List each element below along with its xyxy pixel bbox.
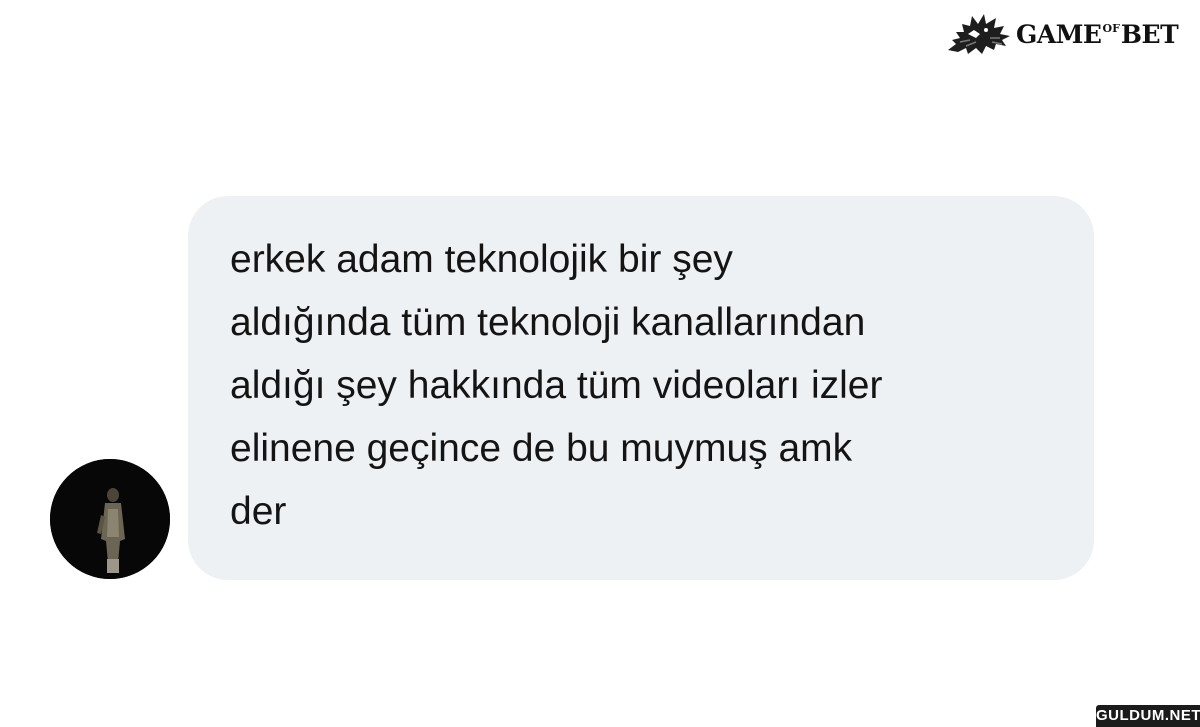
- brand-wordmark: GAME OF BET: [1016, 19, 1179, 49]
- message-bubble: erkek adam teknolojik bir şey aldığında …: [188, 196, 1094, 580]
- brand-name-start: GAME: [1016, 19, 1102, 49]
- avatar[interactable]: [50, 459, 170, 579]
- brand-name-sup: OF: [1102, 21, 1120, 35]
- direwolf-logo-icon: [948, 14, 1010, 54]
- site-watermark: GULDUM.NET: [1096, 705, 1200, 727]
- message-text: erkek adam teknolojik bir şey aldığında …: [230, 238, 883, 533]
- game-of-bet-watermark: GAME OF BET: [946, 10, 1182, 58]
- brand-name-end: BET: [1120, 19, 1179, 49]
- person-photo-icon: [50, 459, 170, 579]
